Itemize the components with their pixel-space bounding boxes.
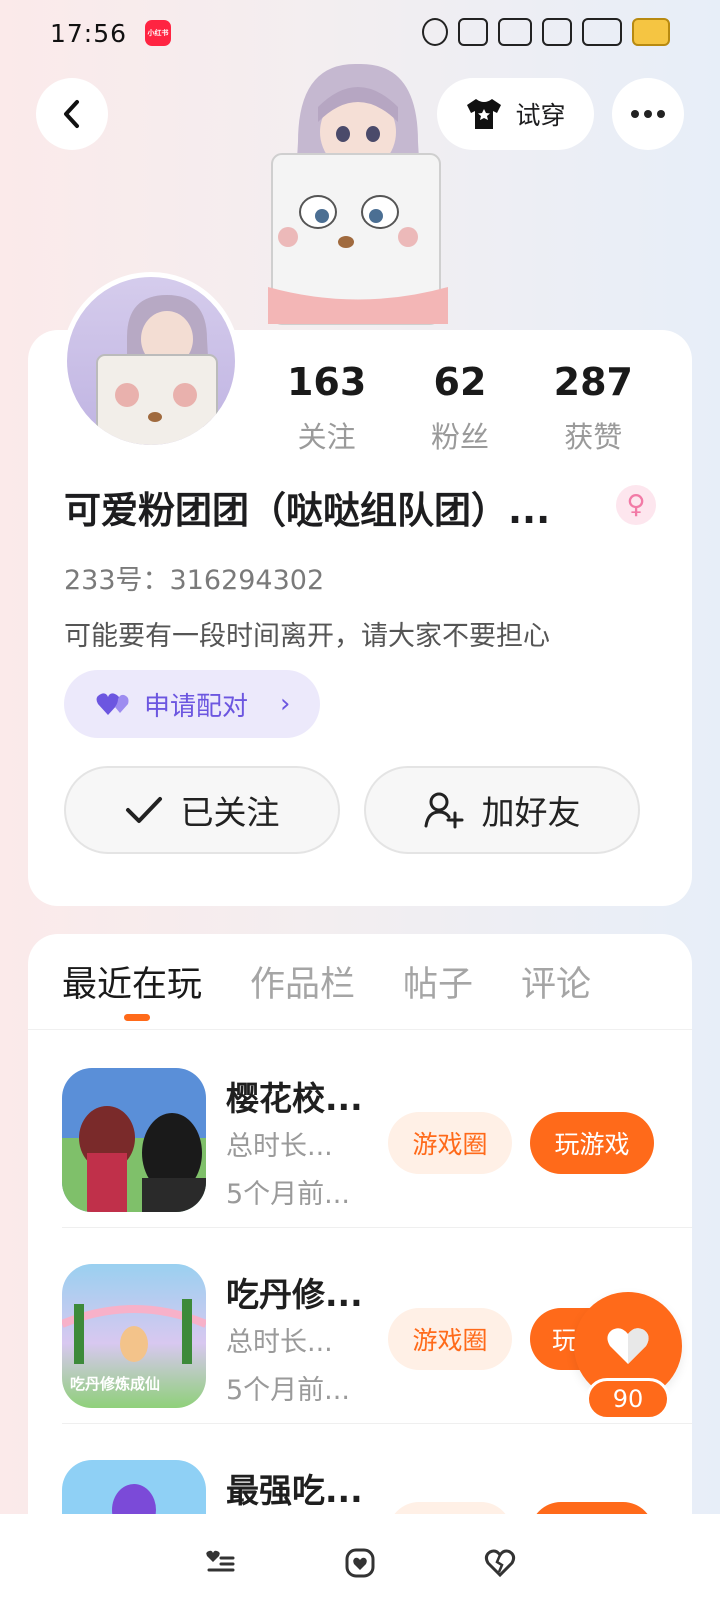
heart-icon — [607, 1328, 649, 1364]
add-user-icon — [424, 792, 463, 829]
more-options-button[interactable] — [612, 78, 684, 150]
user-id: 233号：316294302 — [64, 565, 325, 596]
profile-tabs: 最近在玩 作品栏 帖子 评论 — [28, 934, 692, 1030]
status-bar: 17:56 小红书 — [0, 0, 720, 66]
battery-icon — [632, 18, 670, 46]
game-circle-button[interactable]: 游戏圈 — [388, 1112, 512, 1174]
try-on-button[interactable]: 试穿 — [437, 78, 594, 150]
game-thumb-caption: 吃丹修炼成仙 — [70, 1375, 161, 1393]
status-time: 17:56 — [50, 18, 128, 48]
chevron-right-icon: › — [280, 689, 291, 719]
game-duration: 总时长... — [226, 1327, 333, 1358]
request-pair-button[interactable]: 申请配对 › — [64, 670, 320, 738]
user-name: 可爱粉团团（哒哒组队团）... — [64, 489, 551, 532]
game-circle-button[interactable]: 游戏圈 — [388, 1308, 512, 1370]
tab-comments[interactable]: 评论 — [521, 956, 591, 1007]
game-title: 吃丹修... — [226, 1275, 363, 1314]
like-count: 90 — [586, 1378, 670, 1420]
tab-indicator — [124, 1014, 150, 1021]
character-illustration — [268, 63, 448, 325]
female-icon: ♀ — [616, 485, 656, 525]
game-row[interactable]: 樱花校... 总时长... 5个月前... 游戏圈 玩游戏 — [28, 1032, 692, 1228]
nav-heart-icon[interactable] — [342, 1545, 378, 1581]
more-dots-icon — [631, 110, 665, 118]
following-stat[interactable]: 163 关注 — [262, 360, 392, 456]
play-game-button[interactable]: 玩游戏 — [530, 1112, 654, 1174]
game-title: 樱花校... — [226, 1079, 363, 1118]
fans-stat[interactable]: 62 粉丝 — [395, 360, 525, 456]
nav-match-icon[interactable] — [202, 1545, 238, 1581]
game-last-played: 5个月前... — [226, 1375, 350, 1406]
user-bio: 可能要有一段时间离开，请大家不要担心 — [64, 621, 550, 652]
avatar-image — [96, 295, 218, 445]
content-card: 最近在玩 作品栏 帖子 评论 樱花校... 总时长... 5个月前... 游戏圈… — [28, 934, 692, 1534]
bottom-nav — [0, 1514, 720, 1612]
avatar[interactable] — [62, 272, 240, 450]
add-friend-button[interactable]: 加好友 — [364, 766, 640, 854]
signal-icon — [582, 18, 622, 46]
double-heart-icon — [96, 693, 129, 715]
checkmark-icon — [125, 797, 162, 823]
likes-stat[interactable]: 287 获赞 — [528, 360, 658, 456]
request-pair-label: 申请配对 — [144, 691, 249, 722]
game-duration: 总时长... — [226, 1131, 333, 1162]
following-count: 163 — [286, 360, 367, 404]
following-label: 关注 — [297, 420, 356, 454]
tab-recently-played[interactable]: 最近在玩 — [62, 956, 202, 1007]
back-arrow-icon — [64, 100, 79, 128]
game-thumbnail — [62, 1068, 206, 1212]
game-thumbnail: 吃丹修炼成仙 — [62, 1264, 206, 1408]
notification-icon — [422, 18, 448, 46]
nav-broken-heart-icon[interactable] — [482, 1545, 518, 1581]
stats-row: 163 关注 62 粉丝 287 获赞 — [260, 360, 660, 456]
try-on-label: 试穿 — [515, 101, 566, 130]
game-notify-icon — [458, 18, 488, 46]
fans-count: 62 — [433, 360, 487, 404]
status-icons — [422, 18, 670, 46]
fans-label: 粉丝 — [430, 420, 489, 454]
tab-posts[interactable]: 帖子 — [403, 956, 473, 1007]
followed-button[interactable]: 已关注 — [64, 766, 340, 854]
add-friend-label: 加好友 — [481, 793, 581, 832]
wifi-icon — [542, 18, 572, 46]
shirt-icon — [467, 99, 502, 129]
likes-label: 获赞 — [564, 420, 623, 454]
gamepad-icon — [498, 18, 532, 46]
game-title: 最强吃... — [226, 1471, 363, 1510]
likes-count: 287 — [553, 360, 633, 404]
game-last-played: 5个月前... — [226, 1179, 350, 1210]
followed-label: 已关注 — [180, 793, 280, 832]
tab-works[interactable]: 作品栏 — [250, 956, 355, 1007]
back-button[interactable] — [36, 78, 108, 150]
app-badge-icon: 小红书 — [145, 20, 172, 46]
